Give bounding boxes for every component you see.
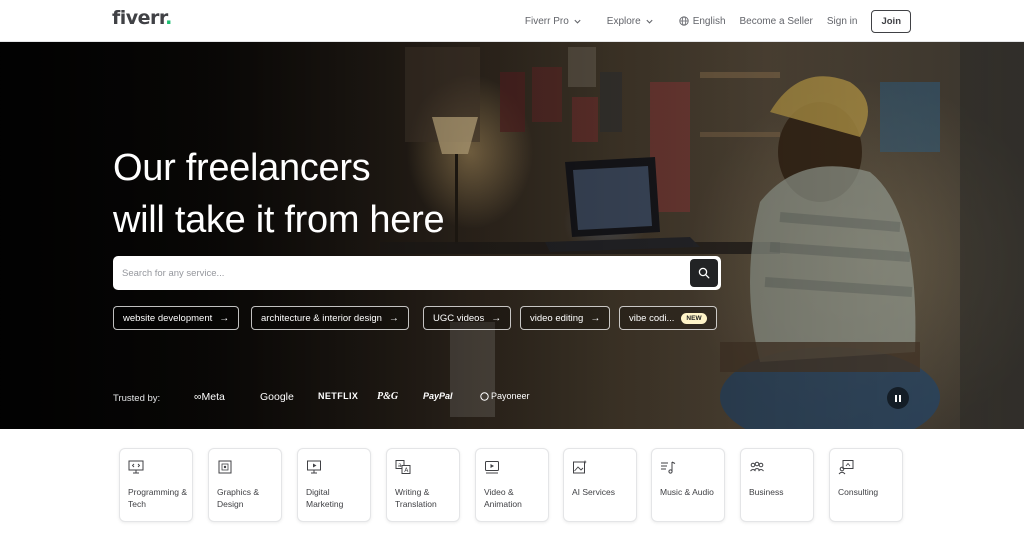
brand-payoneer-text: Payoneer — [491, 391, 530, 401]
chip-website-development[interactable]: website development → — [113, 306, 240, 330]
nav-fiverr-pro-label: Fiverr Pro — [524, 15, 569, 27]
pause-icon — [894, 394, 902, 402]
chip-label: architecture & interior design — [261, 312, 382, 324]
arrow-right-icon: → — [388, 312, 399, 324]
chip-label: website development — [123, 312, 213, 324]
category-video-animation[interactable]: Video & Animation — [475, 448, 549, 522]
brand-payoneer-logo: Payoneer — [480, 391, 530, 401]
category-label: Music & Audio — [660, 487, 714, 497]
logo-dot: . — [165, 7, 172, 29]
category-writing-translation[interactable]: aA Writing & Translation — [386, 448, 460, 522]
music-note-icon — [661, 461, 676, 474]
fiverr-logo[interactable]: fiverr. — [112, 7, 172, 29]
category-graphics-design[interactable]: Graphics & Design — [208, 448, 282, 522]
category-label: Graphics & Design — [217, 487, 260, 509]
category-label: Digital Marketing — [306, 487, 344, 509]
nav-explore-label: Explore — [606, 15, 641, 27]
hero-title-line-2: will take it from here — [113, 199, 445, 241]
chip-vibe-coding[interactable]: vibe codi... NEW — [619, 306, 717, 330]
hero-title-line-1: Our freelancers — [113, 147, 371, 189]
brand-meta-logo: ∞Meta — [194, 391, 225, 403]
nav-become-seller[interactable]: Become a Seller — [740, 16, 813, 27]
chip-architecture-interior-design[interactable]: architecture & interior design → — [251, 306, 409, 330]
marketing-screen-icon — [307, 460, 321, 474]
category-ai-services[interactable]: AI Services — [563, 448, 637, 522]
chevron-down-icon — [646, 19, 653, 24]
nav-language[interactable]: English — [679, 16, 726, 27]
brand-google-logo: Google — [260, 391, 294, 403]
consulting-chat-icon — [838, 460, 854, 475]
pause-video-button[interactable] — [887, 387, 909, 409]
globe-icon — [679, 16, 689, 26]
chip-ugc-videos[interactable]: UGC videos → — [423, 306, 512, 330]
svg-text:a: a — [398, 462, 402, 469]
payoneer-circle-icon — [480, 391, 489, 401]
search-bar — [113, 256, 721, 290]
chip-video-editing[interactable]: video editing → — [520, 306, 611, 330]
category-business[interactable]: Business — [740, 448, 814, 522]
nav-sign-in[interactable]: Sign in — [827, 16, 858, 27]
chip-label: vibe codi... — [629, 312, 675, 324]
main-nav: Fiverr Pro Explore English Become a Sell… — [525, 0, 911, 42]
trusted-by-label: Trusted by: — [113, 393, 161, 404]
search-button[interactable] — [690, 259, 718, 287]
category-label: Video & Animation — [484, 487, 522, 509]
people-group-icon — [750, 461, 764, 472]
search-icon — [698, 267, 710, 279]
nav-explore[interactable]: Explore — [607, 16, 654, 27]
new-badge: NEW — [681, 312, 707, 324]
video-play-icon — [485, 461, 499, 474]
hero-section: Our freelancers will take it from here w… — [0, 42, 1024, 429]
category-consulting[interactable]: Consulting — [829, 448, 903, 522]
monitor-code-icon — [128, 460, 144, 474]
join-button[interactable]: Join — [871, 9, 911, 33]
logo-text: fiverr — [112, 7, 166, 29]
chip-label: UGC videos — [433, 312, 485, 324]
translation-icon: aA — [395, 460, 411, 474]
chip-label: video editing — [530, 312, 584, 324]
arrow-right-icon: → — [219, 312, 230, 324]
category-label: Programming & Tech — [128, 487, 188, 509]
nav-language-label: English — [692, 15, 726, 27]
category-label: Consulting — [838, 487, 879, 497]
arrow-right-icon: → — [491, 312, 502, 324]
search-input[interactable] — [113, 256, 688, 290]
category-label: Writing & Translation — [395, 487, 437, 509]
category-music-audio[interactable]: Music & Audio — [651, 448, 725, 522]
ai-image-icon — [573, 460, 587, 474]
top-header: fiverr. Fiverr Pro Explore English Becom… — [0, 0, 1024, 42]
hero-title: Our freelancers will take it from here — [113, 142, 445, 246]
category-label: Business — [749, 487, 784, 497]
category-digital-marketing[interactable]: Digital Marketing — [297, 448, 371, 522]
nav-fiverr-pro[interactable]: Fiverr Pro — [525, 16, 582, 27]
category-programming-tech[interactable]: Programming & Tech — [119, 448, 193, 522]
arrow-right-icon: → — [590, 312, 601, 324]
brand-pg-logo: P&G — [377, 391, 399, 402]
brand-netflix-logo: NETFLIX — [318, 391, 359, 401]
chevron-down-icon — [574, 19, 581, 24]
category-label: AI Services — [572, 487, 615, 497]
design-canvas-icon — [218, 460, 232, 474]
brand-paypal-logo: PayPal — [423, 391, 453, 401]
